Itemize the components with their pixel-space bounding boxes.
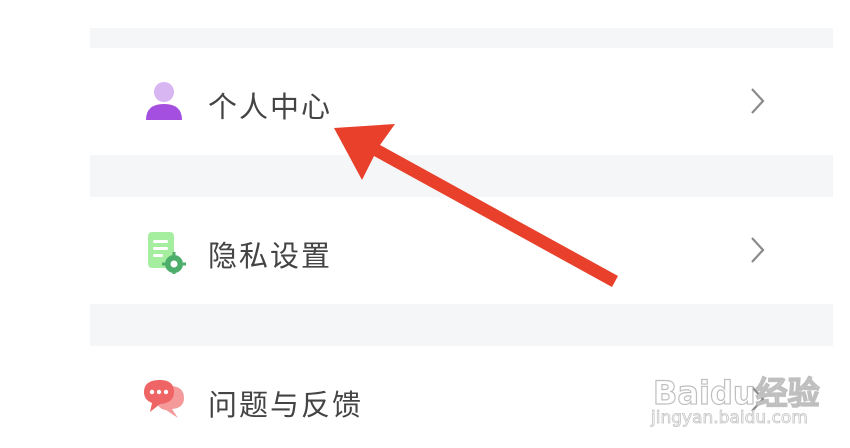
chevron-right-icon xyxy=(751,88,765,114)
menu-item-label: 个人中心 xyxy=(208,90,333,124)
section-divider xyxy=(90,304,833,346)
section-divider xyxy=(90,155,833,197)
chevron-right-icon xyxy=(751,237,765,263)
menu-item-privacy-settings[interactable]: 隐私设置 xyxy=(90,197,833,304)
person-icon xyxy=(146,82,182,120)
screenshot-canvas: 个人中心 隐私设置 问题与反馈 Baidu经验 jingyan.baidu.co… xyxy=(0,0,850,448)
watermark: Baidu经验 jingyan.baidu.com xyxy=(645,368,845,436)
menu-item-label: 隐私设置 xyxy=(208,239,333,273)
section-divider xyxy=(90,28,833,48)
watermark-url: jingyan.baidu.com xyxy=(651,408,809,429)
chat-bubble-icon xyxy=(144,380,184,418)
menu-item-personal-center[interactable]: 个人中心 xyxy=(90,48,833,155)
menu-item-label: 问题与反馈 xyxy=(208,388,364,422)
document-gear-icon xyxy=(148,232,186,274)
